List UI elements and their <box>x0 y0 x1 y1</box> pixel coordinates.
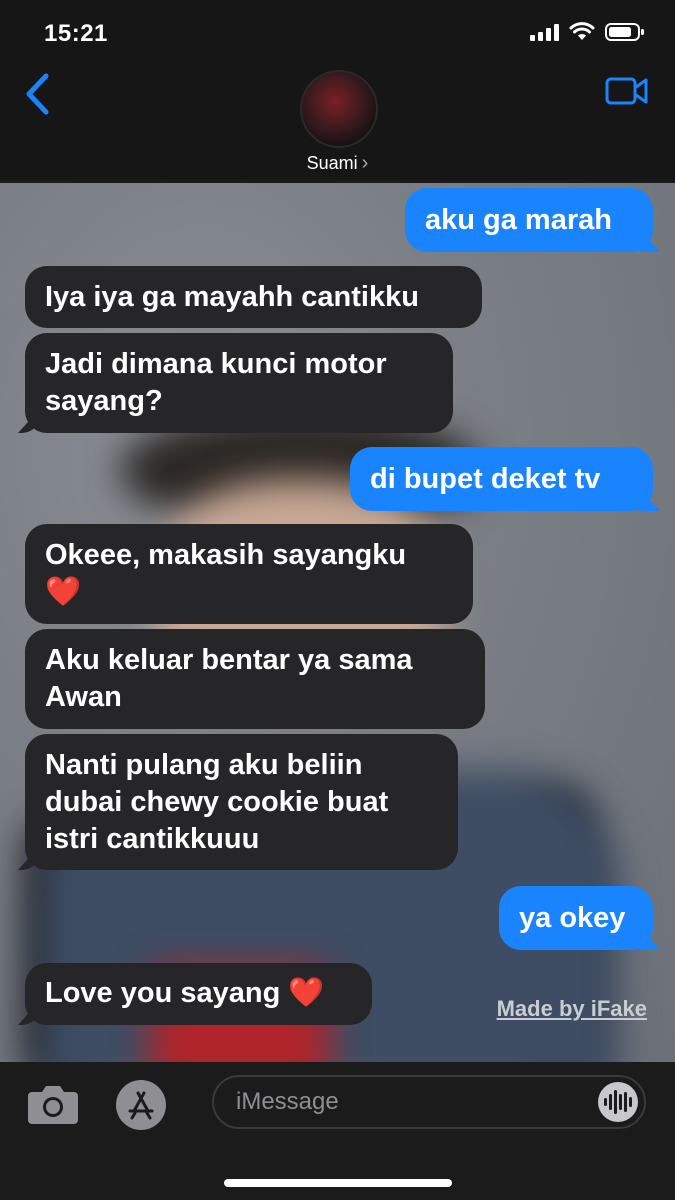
message-text-line: Jadi dimana kunci motor <box>45 348 387 380</box>
message-bubble-incoming[interactable]: Aku keluar bentar ya sama Awan <box>25 629 485 729</box>
home-indicator[interactable] <box>224 1179 452 1187</box>
contact-name-button[interactable]: Suami › <box>0 152 675 175</box>
message-text: aku ga marah <box>425 204 612 236</box>
message-text: di bupet deket tv <box>370 463 601 495</box>
message-bubble-incoming[interactable]: Love you sayang ❤️ <box>25 963 372 1025</box>
wifi-icon <box>569 22 595 40</box>
message-text-line: Okeee, makasih sayangku <box>45 539 407 571</box>
message-bubble-incoming[interactable]: Nanti pulang aku beliin dubai chewy cook… <box>25 734 458 870</box>
camera-button[interactable] <box>26 1082 80 1131</box>
facetime-button[interactable] <box>605 76 649 111</box>
battery-icon <box>605 23 644 41</box>
contact-name: Suami <box>306 153 358 173</box>
conversation-header: 15:21 Suami › <box>0 0 675 183</box>
audio-message-button[interactable] <box>598 1082 638 1122</box>
back-chevron-icon <box>26 73 49 115</box>
message-text-line: Nanti pulang aku beliin <box>45 749 363 781</box>
message-bubble-incoming[interactable]: Jadi dimana kunci motor sayang? <box>25 333 453 433</box>
message-text: Love you sayang <box>45 977 281 1009</box>
message-bubble-outgoing[interactable]: aku ga marah <box>405 188 653 252</box>
watermark-link[interactable]: Made by iFake <box>497 996 647 1022</box>
contact-chevron-icon: › <box>361 152 369 174</box>
imessage-input[interactable]: iMessage <box>212 1075 646 1129</box>
camera-icon <box>28 1086 78 1124</box>
status-time: 15:21 <box>44 20 108 47</box>
status-icons <box>530 22 645 42</box>
heart-emoji: ❤️ <box>288 977 325 1009</box>
message-text-line: Awan <box>45 681 122 713</box>
contact-avatar[interactable] <box>300 70 378 148</box>
signal-icon <box>530 23 559 41</box>
imessage-placeholder: iMessage <box>236 1088 339 1115</box>
message-text: Iya iya ga mayahh cantikku <box>45 281 419 313</box>
message-text-line: sayang? <box>45 385 163 417</box>
heart-emoji: ❤️ <box>45 576 82 608</box>
message-text-line: istri cantikkuuu <box>45 823 260 855</box>
facetime-video-icon <box>605 77 648 105</box>
message-bubble-outgoing[interactable]: di bupet deket tv <box>350 447 653 511</box>
message-bubble-incoming[interactable]: Okeee, makasih sayangku ❤️ <box>25 524 473 624</box>
message-text-line: dubai chewy cookie buat <box>45 786 389 818</box>
app-store-button[interactable] <box>116 1080 166 1130</box>
message-bubble-outgoing[interactable]: ya okey <box>499 886 653 950</box>
back-button[interactable] <box>22 72 52 121</box>
message-text: ya okey <box>519 902 626 934</box>
app-store-icon <box>128 1091 154 1120</box>
message-bubble-incoming[interactable]: Iya iya ga mayahh cantikku <box>25 266 482 328</box>
message-text-line: Aku keluar bentar ya sama <box>45 644 413 676</box>
